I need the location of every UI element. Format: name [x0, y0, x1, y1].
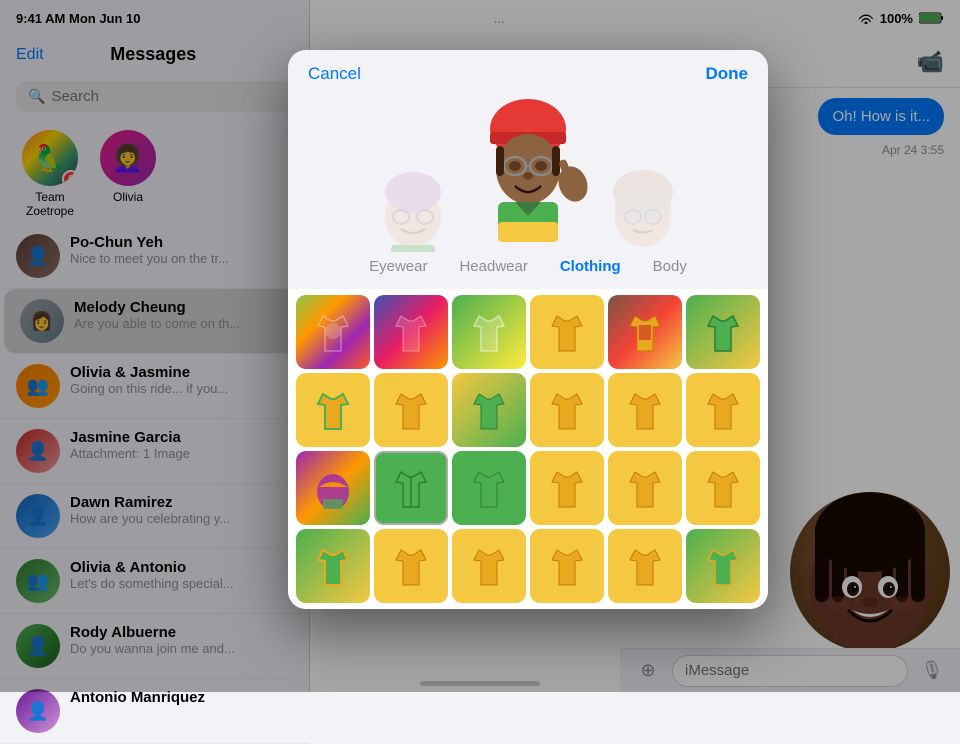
clothing-item-8[interactable]	[452, 373, 526, 447]
clothing-item-19[interactable]	[374, 529, 448, 603]
clothing-item-4[interactable]	[608, 295, 682, 369]
preview-memoji-right	[603, 164, 683, 244]
clothing-item-17[interactable]	[686, 451, 760, 525]
memoji-customizer-modal: Cancel Done	[288, 50, 768, 609]
clothing-item-21[interactable]	[530, 529, 604, 603]
done-button[interactable]: Done	[705, 64, 748, 84]
clothing-item-7[interactable]	[374, 373, 448, 447]
clothing-item-15[interactable]	[530, 451, 604, 525]
category-tabs: Eyewear Headwear Clothing Body	[288, 250, 768, 289]
clothing-item-22[interactable]	[608, 529, 682, 603]
home-indicator	[420, 681, 540, 686]
clothing-item-18[interactable]	[296, 529, 370, 603]
ipad-background: 9:41 AM Mon Jun 10 ... 100% Edit Message…	[0, 0, 960, 692]
clothing-item-20[interactable]	[452, 529, 526, 603]
clothing-item-14[interactable]	[452, 451, 526, 525]
cancel-button[interactable]: Cancel	[308, 64, 361, 84]
clothing-item-6[interactable]	[296, 373, 370, 447]
clothing-item-2[interactable]	[452, 295, 526, 369]
clothing-item-16[interactable]	[608, 451, 682, 525]
clothing-item-1[interactable]	[374, 295, 448, 369]
avatar-antonio: 👤	[16, 689, 60, 733]
clothing-item-12[interactable]	[296, 451, 370, 525]
modal-header: Cancel Done	[288, 50, 768, 84]
clothing-item-10[interactable]	[608, 373, 682, 447]
clothing-item-9[interactable]	[530, 373, 604, 447]
tab-eyewear[interactable]: Eyewear	[353, 254, 443, 281]
tab-body[interactable]: Body	[637, 254, 703, 281]
clothing-item-11[interactable]	[686, 373, 760, 447]
clothing-item-5[interactable]	[686, 295, 760, 369]
tab-headwear[interactable]: Headwear	[443, 254, 543, 281]
preview-memoji-center	[463, 94, 593, 244]
clothing-item-13-selected[interactable]	[374, 451, 448, 525]
clothing-item-3[interactable]	[530, 295, 604, 369]
tab-clothing[interactable]: Clothing	[544, 254, 637, 281]
modal-overlay: Cancel Done	[0, 0, 960, 692]
preview-memoji-left	[373, 164, 453, 244]
clothing-item-23[interactable]	[686, 529, 760, 603]
memoji-preview-row	[288, 84, 768, 250]
clothing-grid	[288, 289, 768, 609]
clothing-item-0[interactable]	[296, 295, 370, 369]
